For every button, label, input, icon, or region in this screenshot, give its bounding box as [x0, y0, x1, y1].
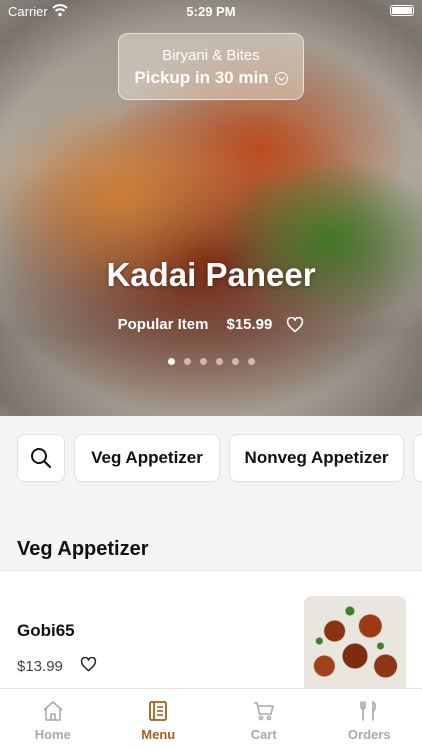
- carousel-page-indicator[interactable]: [0, 358, 422, 365]
- status-time: 5:29 PM: [186, 4, 236, 19]
- tab-label: Orders: [347, 727, 391, 742]
- cart-icon: [253, 702, 274, 721]
- search-icon: [31, 448, 52, 469]
- category-chip[interactable]: Nonveg Appetizer: [229, 434, 404, 482]
- tab-home[interactable]: Home: [0, 689, 106, 750]
- favorite-heart-icon[interactable]: [80, 657, 97, 672]
- carousel-dot[interactable]: [183, 358, 191, 365]
- chevron-down-icon: [274, 71, 288, 85]
- category-chip-partial[interactable]: [413, 434, 422, 482]
- battery-icon: [390, 5, 414, 16]
- tab-bar: Home Menu Cart Orders: [0, 688, 422, 750]
- tab-cart[interactable]: Cart: [211, 689, 317, 750]
- pickup-time: Pickup in 30 min: [134, 68, 269, 87]
- menu-list: Gobi65 $13.99: [0, 570, 422, 688]
- store-name: Biryani & Bites: [162, 47, 260, 64]
- tab-orders[interactable]: Orders: [317, 689, 422, 750]
- category-chip[interactable]: Veg Appetizer: [74, 434, 220, 482]
- home-icon: [43, 701, 63, 721]
- hero-item-meta: Popular Item $15.99: [0, 316, 422, 333]
- favorite-heart-icon[interactable]: [286, 316, 304, 333]
- fork-knife-icon: [360, 700, 377, 721]
- hero-item-tag: Popular Item: [117, 316, 209, 333]
- menu-item-name: Gobi65: [17, 621, 75, 640]
- carousel-dot[interactable]: [247, 358, 255, 365]
- carousel-dot[interactable]: [199, 358, 207, 365]
- category-bar: Veg Appetizer Nonveg Appetizer: [0, 416, 422, 502]
- hero-item-price: $15.99: [226, 316, 273, 333]
- carousel-dot[interactable]: [215, 358, 223, 365]
- carousel-dot[interactable]: [231, 358, 239, 365]
- search-button[interactable]: [17, 434, 65, 482]
- menu-item-photo[interactable]: [304, 596, 406, 688]
- tab-label: Menu: [141, 727, 176, 742]
- hero-banner[interactable]: Carrier 5:29 PM Biryani & Bites Pickup i…: [0, 0, 422, 416]
- hero-item-title: Kadai Paneer: [106, 256, 316, 293]
- menu-book-icon: [149, 701, 168, 721]
- tab-label: Home: [34, 727, 71, 742]
- tab-menu[interactable]: Menu: [106, 689, 212, 750]
- store-selector[interactable]: Biryani & Bites Pickup in 30 min: [118, 33, 304, 100]
- section-title: Veg Appetizer: [17, 538, 149, 560]
- tab-label: Cart: [250, 727, 277, 742]
- status-bar: Carrier 5:29 PM: [0, 0, 422, 22]
- menu-item-price: $13.99: [17, 658, 63, 675]
- carousel-dot[interactable]: [167, 358, 175, 365]
